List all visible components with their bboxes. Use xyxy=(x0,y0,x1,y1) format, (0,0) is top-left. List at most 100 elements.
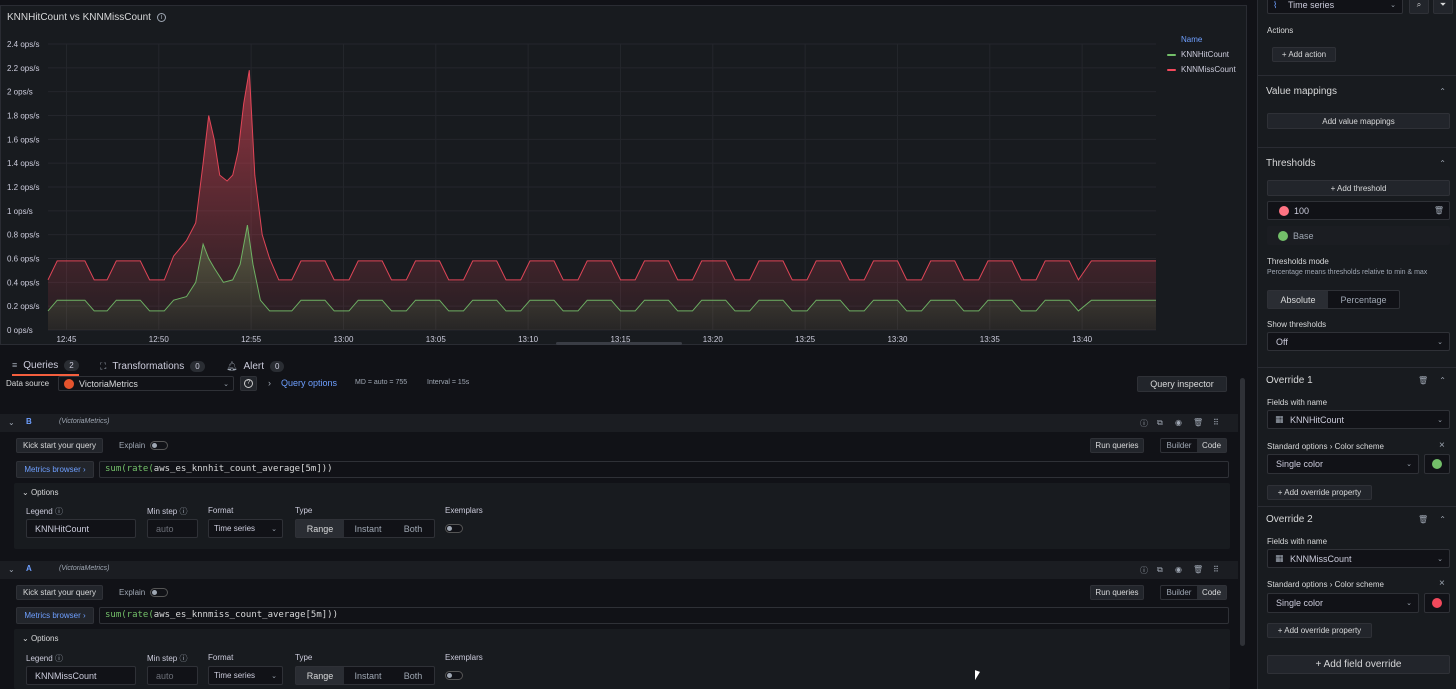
legend-item-hit[interactable]: KNNHitCount xyxy=(1163,47,1243,62)
legend-item-miss[interactable]: KNNMissCount xyxy=(1163,62,1243,77)
legend-input[interactable]: KNNHitCount xyxy=(26,519,136,538)
chevron-up-icon[interactable]: ⌃ xyxy=(1439,87,1446,96)
eye-icon[interactable]: ◉ xyxy=(1175,565,1182,574)
run-queries-button[interactable]: Run queries xyxy=(1090,585,1144,600)
y-tick-label: 0 ops/s xyxy=(7,326,33,335)
minstep-label-text: Min step xyxy=(147,507,178,516)
chevron-up-icon[interactable]: ⌃ xyxy=(1439,376,1446,385)
chevron-up-icon[interactable]: ⌃ xyxy=(1439,159,1446,168)
collapse-chevron-icon[interactable]: ⌄ xyxy=(8,565,15,574)
resize-splitter[interactable] xyxy=(556,342,682,345)
add-threshold-button[interactable]: + Add threshold xyxy=(1267,180,1450,196)
threshold-color-dot[interactable] xyxy=(1279,205,1289,216)
visualization-picker[interactable]: ⌇ Time series ⌄ xyxy=(1267,0,1403,14)
search-button[interactable]: ⌕ xyxy=(1409,0,1429,14)
minstep-input[interactable]: auto xyxy=(147,666,198,685)
add-field-override-button[interactable]: + Add field override xyxy=(1267,655,1450,674)
options-toggle[interactable]: ⌄ Options xyxy=(22,488,59,497)
metrics-browser-button[interactable]: Metrics browser › xyxy=(16,607,94,624)
query-row-header[interactable]: ⌄ A (VictoriaMetrics) ⓘ ⧉ ◉ 🗑︎ ⠿ xyxy=(0,561,1238,579)
help-icon[interactable]: ⓘ xyxy=(1140,565,1148,576)
mode-absolute[interactable]: Absolute xyxy=(1268,291,1328,308)
datasource-picker[interactable]: VictoriaMetrics ⌄ xyxy=(58,376,234,391)
legend-swatch xyxy=(1167,68,1176,71)
field-name-select[interactable]: ▦ KNNMissCount ⌄ xyxy=(1267,549,1450,568)
help-icon[interactable]: ⓘ xyxy=(1140,418,1148,429)
query-expression-input[interactable]: sum(rate(aws_es_knnmiss_count_average[5m… xyxy=(99,607,1229,624)
chevron-up-icon[interactable]: ⌃ xyxy=(1439,515,1446,524)
show-thresholds-select[interactable]: Off ⌄ xyxy=(1267,332,1450,351)
duplicate-icon[interactable]: ⧉ xyxy=(1157,565,1163,575)
trash-icon[interactable]: 🗑︎ xyxy=(1418,376,1428,385)
legend-input[interactable]: KNNMissCount xyxy=(26,666,136,685)
value-mappings-title[interactable]: Value mappings xyxy=(1266,86,1337,97)
color-swatch-button[interactable] xyxy=(1424,454,1450,474)
base-color-dot[interactable] xyxy=(1278,230,1288,241)
field-name-select[interactable]: ▦ KNNHitCount ⌄ xyxy=(1267,410,1450,429)
close-icon[interactable]: × xyxy=(1439,440,1445,451)
add-override-property-button[interactable]: + Add override property xyxy=(1267,623,1372,638)
query-inspector-button[interactable]: Query inspector xyxy=(1137,376,1227,392)
format-select[interactable]: Time series ⌄ xyxy=(208,666,283,685)
override-title[interactable]: Override 1 xyxy=(1266,375,1313,386)
code-mode[interactable]: Code xyxy=(1197,586,1226,599)
legend-header[interactable]: Name xyxy=(1163,33,1243,47)
color-swatch-button[interactable] xyxy=(1424,593,1450,613)
drag-handle-icon[interactable]: ⠿ xyxy=(1213,565,1219,574)
exemplars-toggle[interactable] xyxy=(445,524,463,533)
format-select[interactable]: Time series ⌄ xyxy=(208,519,283,538)
scrollbar[interactable] xyxy=(1240,378,1245,646)
datasource-help-button[interactable]: ? xyxy=(240,376,257,391)
trash-icon[interactable]: 🗑︎ xyxy=(1418,515,1428,524)
time-series-chart[interactable]: 0 ops/s 0.2 ops/s 0.4 ops/s 0.6 ops/s 0.8 op… xyxy=(1,31,1161,346)
duplicate-icon[interactable]: ⧉ xyxy=(1157,418,1163,428)
color-mode-select[interactable]: Single color ⌄ xyxy=(1267,593,1419,613)
code-mode[interactable]: Code xyxy=(1197,439,1226,452)
legend-label-text: Legend xyxy=(26,507,53,516)
minstep-input[interactable]: auto xyxy=(147,519,198,538)
builder-mode[interactable]: Builder xyxy=(1161,439,1197,452)
tab-alert[interactable]: 🔔︎ Alert 0 xyxy=(226,356,285,376)
add-action-button[interactable]: + Add action xyxy=(1272,47,1336,62)
type-instant[interactable]: Instant xyxy=(344,520,392,537)
metrics-browser-button[interactable]: Metrics browser › xyxy=(16,461,94,478)
type-range[interactable]: Range xyxy=(296,667,344,684)
builder-mode[interactable]: Builder xyxy=(1161,586,1197,599)
collapse-chevron-icon[interactable]: ⌄ xyxy=(8,418,15,427)
threshold-input[interactable]: 100 🗑︎ xyxy=(1267,201,1450,220)
kickstart-button[interactable]: Kick start your query xyxy=(16,438,103,453)
run-queries-button[interactable]: Run queries xyxy=(1090,438,1144,453)
legend-label: Legend ⓘ xyxy=(26,653,63,664)
tab-queries[interactable]: ≡ Queries 2 xyxy=(12,356,79,376)
filter-button[interactable]: ⏷ xyxy=(1433,0,1453,14)
query-row-header[interactable]: ⌄ B (VictoriaMetrics) ⓘ ⧉ ◉ 🗑︎ ⠿ xyxy=(0,414,1238,432)
info-icon[interactable]: i xyxy=(157,13,166,22)
x-tick-label: 12:50 xyxy=(149,335,170,344)
search-icon: ⌕ xyxy=(1416,0,1422,9)
close-icon[interactable]: × xyxy=(1439,578,1445,589)
thresholds-title[interactable]: Thresholds xyxy=(1266,158,1315,169)
exemplars-toggle[interactable] xyxy=(445,671,463,680)
trash-icon[interactable]: 🗑︎ xyxy=(1193,565,1203,574)
color-mode-select[interactable]: Single color ⌄ xyxy=(1267,454,1419,474)
add-override-property-button[interactable]: + Add override property xyxy=(1267,485,1372,500)
trash-icon[interactable]: 🗑︎ xyxy=(1193,418,1203,427)
drag-handle-icon[interactable]: ⠿ xyxy=(1213,418,1219,427)
query-expression-input[interactable]: sum(rate(aws_es_knnhit_count_average[5m]… xyxy=(99,461,1229,478)
legend-swatch xyxy=(1167,53,1176,56)
type-both[interactable]: Both xyxy=(392,667,434,684)
override-title[interactable]: Override 2 xyxy=(1266,514,1313,525)
options-toggle[interactable]: ⌄ Options xyxy=(22,634,59,643)
explain-toggle[interactable] xyxy=(150,441,168,450)
trash-icon[interactable]: 🗑︎ xyxy=(1434,206,1444,215)
type-both[interactable]: Both xyxy=(392,520,434,537)
explain-toggle[interactable] xyxy=(150,588,168,597)
type-instant[interactable]: Instant xyxy=(344,667,392,684)
tab-transformations[interactable]: ⛶ Transformations 0 xyxy=(100,356,205,376)
type-range[interactable]: Range xyxy=(296,520,344,537)
kickstart-button[interactable]: Kick start your query xyxy=(16,585,103,600)
query-options-button[interactable]: Query options xyxy=(281,378,337,388)
eye-icon[interactable]: ◉ xyxy=(1175,418,1182,427)
mode-percentage[interactable]: Percentage xyxy=(1328,291,1399,308)
add-value-mappings-button[interactable]: Add value mappings xyxy=(1267,113,1450,129)
